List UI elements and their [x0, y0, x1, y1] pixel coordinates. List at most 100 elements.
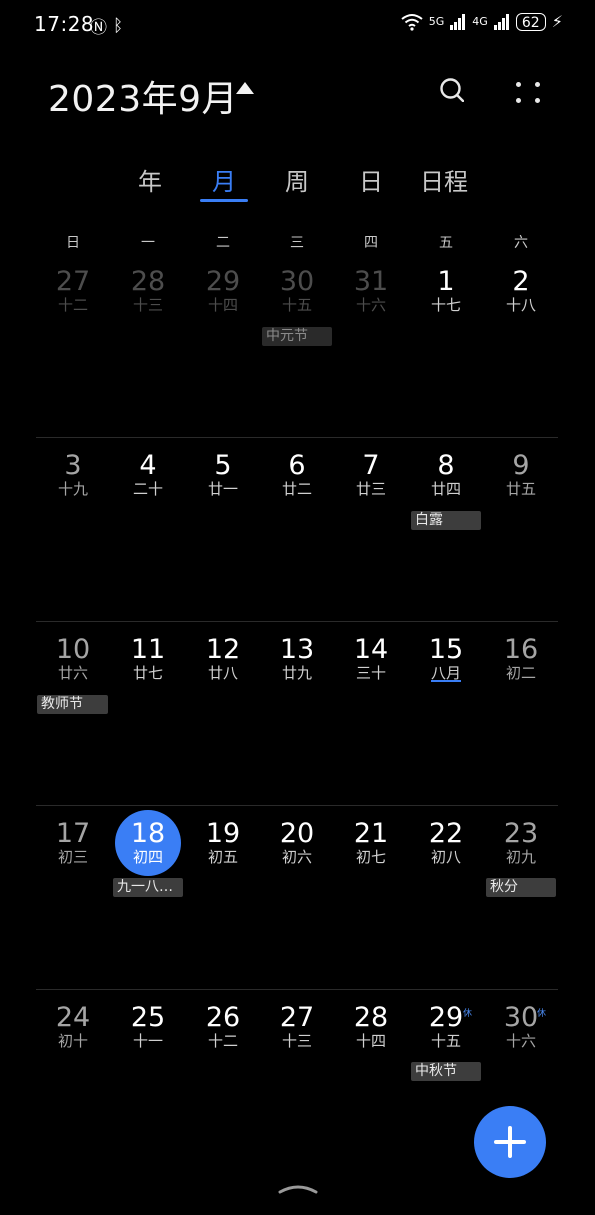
day-cell[interactable]: 10 廿六	[36, 634, 110, 683]
day-number: 6	[288, 450, 306, 481]
day-number: 15	[428, 634, 464, 665]
day-cell[interactable]: 30 十五	[260, 266, 334, 315]
lunar-date: 廿三	[355, 480, 386, 498]
tab-day[interactable]: 日	[359, 162, 383, 197]
day-number: 30	[279, 266, 315, 297]
weekday-sat: 六	[514, 235, 528, 251]
day-cell[interactable]: 5 廿一	[186, 451, 260, 499]
day-number: 12	[205, 634, 241, 665]
battery-indicator: 62	[515, 12, 546, 31]
day-cell[interactable]: 2 十八	[484, 266, 558, 315]
chevron-up-icon[interactable]	[277, 1180, 319, 1196]
lunar-date: 廿五	[505, 480, 536, 498]
tab-active-indicator	[200, 199, 248, 202]
day-number: 24	[55, 1002, 91, 1033]
bluetooth-icon: ᛒ	[113, 15, 124, 36]
day-cell[interactable]: 22 初八	[409, 819, 483, 867]
day-cell[interactable]: 28 十四	[334, 1002, 408, 1051]
day-cell[interactable]: 25 十一	[111, 1003, 185, 1051]
event-chip[interactable]: 九一八…	[113, 878, 183, 897]
more-options-icon[interactable]	[514, 80, 542, 108]
add-event-button[interactable]	[474, 1106, 546, 1178]
lunar-date: 初二	[505, 664, 536, 682]
holiday-rest-badge: 休	[537, 1009, 547, 1019]
day-cell[interactable]: 14 三十	[334, 635, 408, 683]
day-number: 16	[503, 634, 539, 665]
day-cell[interactable]: 28 十三	[111, 267, 185, 315]
status-time: 17:28	[34, 12, 95, 36]
view-tabs: 年 月 周 日 日程	[0, 162, 595, 206]
lunar-date: 初七	[355, 848, 386, 866]
day-cell[interactable]: 23 初九	[484, 819, 558, 867]
day-number: 30	[503, 1002, 539, 1033]
status-left-icons: Ⓝ ᛒ	[90, 13, 124, 39]
day-cell[interactable]: 30 十六	[484, 1002, 558, 1051]
weekday-wed: 三	[290, 235, 304, 251]
event-chip[interactable]: 白露	[411, 511, 481, 530]
day-cell[interactable]: 7 廿三	[334, 450, 408, 499]
tab-week[interactable]: 周	[285, 162, 309, 197]
day-cell[interactable]: 4 二十	[111, 451, 185, 499]
day-cell[interactable]: 17 初三	[36, 818, 110, 867]
day-cell[interactable]: 19 初五	[186, 819, 260, 867]
event-chip[interactable]: 中秋节	[411, 1062, 481, 1081]
day-cell[interactable]: 29 十四	[186, 267, 260, 315]
day-cell[interactable]: 3 十九	[36, 450, 110, 499]
tab-schedule[interactable]: 日程	[420, 162, 468, 197]
day-cell[interactable]: 9 廿五	[484, 451, 558, 499]
day-cell[interactable]: 11 廿七	[111, 635, 185, 683]
day-number: 28	[353, 1002, 389, 1033]
lunar-date: 廿四	[430, 480, 461, 498]
weekday-thu: 四	[364, 235, 378, 251]
weekday-sun: 日	[66, 235, 80, 251]
day-number: 20	[279, 818, 315, 849]
signal-4g-label: 4G	[472, 15, 488, 28]
day-cell[interactable]: 21 初七	[334, 818, 408, 867]
lunar-date: 廿七	[132, 664, 163, 682]
day-cell[interactable]: 27 十二	[36, 266, 110, 315]
day-cell[interactable]: 31 十六	[334, 267, 408, 315]
day-number: 2	[512, 266, 530, 297]
day-number: 8	[437, 450, 455, 481]
day-number: 27	[55, 266, 91, 297]
day-number: 10	[55, 634, 91, 665]
lunar-date: 三十	[355, 664, 386, 682]
month-title[interactable]: 2023年9月	[48, 70, 238, 122]
day-cell[interactable]: 15 八月	[409, 634, 483, 683]
day-number: 17	[55, 818, 91, 849]
day-cell[interactable]: 16 初二	[484, 634, 558, 683]
tab-year[interactable]: 年	[138, 162, 162, 197]
search-icon[interactable]	[440, 78, 464, 102]
lunar-date: 十五	[430, 1032, 461, 1050]
tab-month[interactable]: 月	[212, 162, 236, 197]
event-chip[interactable]: 中元节	[262, 327, 332, 346]
lunar-date: 初六	[281, 848, 312, 866]
day-cell[interactable]: 27 十三	[260, 1003, 334, 1051]
day-cell[interactable]: 13 廿九	[260, 635, 334, 683]
signal-5g-label: 5G	[428, 15, 445, 28]
lunar-date: 十二	[57, 296, 88, 314]
day-cell[interactable]: 12 廿八	[186, 634, 260, 683]
lunar-date: 初五	[207, 848, 238, 866]
lunar-date: 廿九	[281, 664, 312, 682]
day-cell[interactable]: 8 廿四	[409, 450, 483, 499]
event-chip[interactable]: 教师节	[37, 695, 108, 714]
day-number: 3	[64, 450, 82, 481]
event-chip[interactable]: 秋分	[486, 878, 556, 897]
day-cell[interactable]: 26 十二	[186, 1003, 260, 1051]
day-cell[interactable]: 24 初十	[36, 1002, 110, 1051]
day-cell[interactable]: 6 廿二	[260, 450, 334, 499]
day-number: 7	[362, 450, 380, 481]
lunar-date: 初十	[57, 1032, 88, 1050]
lunar-date: 十三	[281, 1032, 312, 1050]
wifi-icon	[401, 13, 423, 31]
lunar-date: 十五	[281, 296, 312, 314]
lunar-date: 初八	[430, 848, 461, 866]
day-cell[interactable]: 20 初六	[260, 818, 334, 867]
day-cell-today[interactable]: 18 初四	[111, 819, 185, 867]
caret-up-icon[interactable]	[236, 82, 254, 94]
day-number: 21	[353, 818, 389, 849]
lunar-date: 廿一	[207, 480, 238, 498]
lunar-date: 十四	[207, 296, 238, 314]
day-cell[interactable]: 1 十七	[409, 267, 483, 315]
